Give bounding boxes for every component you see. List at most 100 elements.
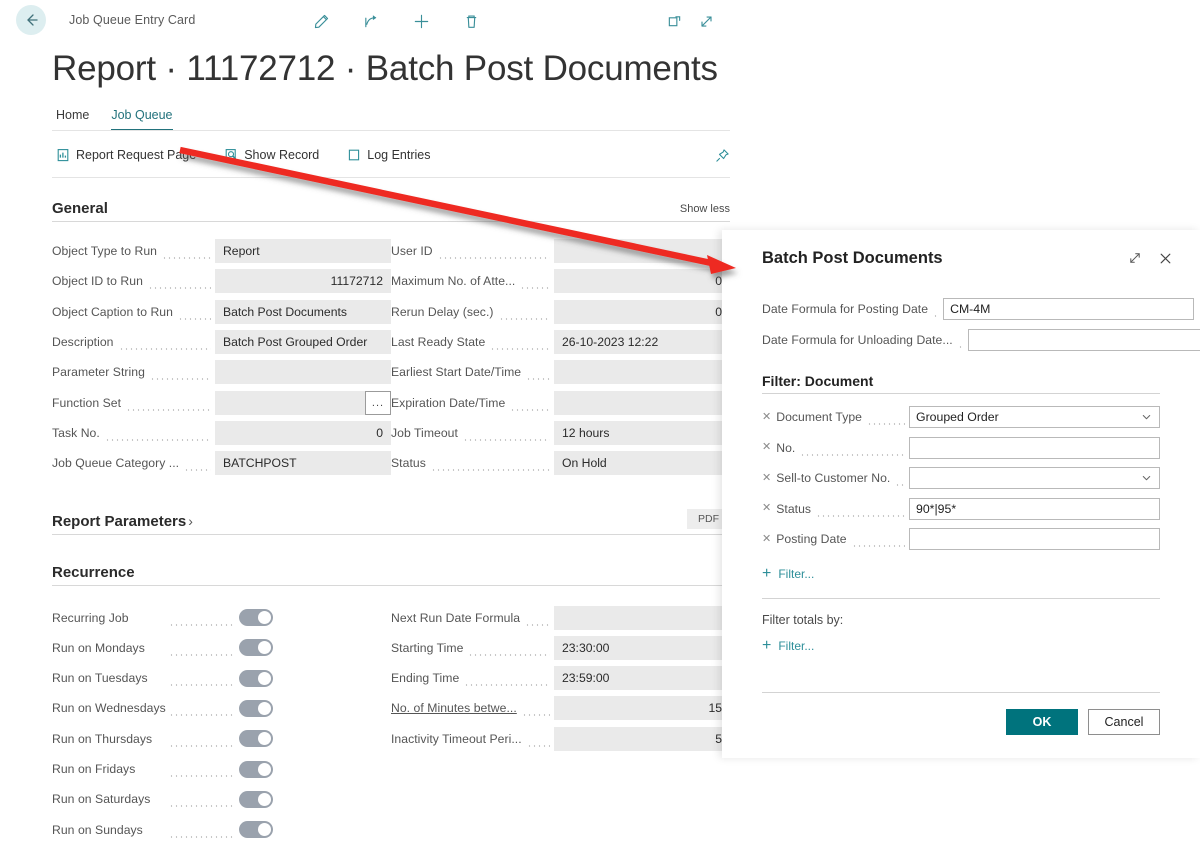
report-parameters-title[interactable]: Report Parameters › [52, 513, 193, 530]
field-value[interactable] [215, 360, 391, 385]
toggle-switch[interactable] [239, 730, 273, 748]
field-value[interactable] [554, 360, 730, 385]
field-value[interactable]: Batch Post Grouped Order [215, 330, 391, 355]
label-dots [867, 413, 905, 426]
field-value[interactable]: 5 [554, 726, 730, 751]
tab-bar: Home Job Queue [56, 108, 1200, 130]
show-less-link[interactable]: Show less [680, 203, 730, 217]
label-dots [104, 428, 211, 441]
field-last-ready-state: Last Ready State 26-10-2023 12:22 [391, 327, 730, 357]
label-dots [957, 335, 964, 348]
field-value[interactable]: Report [215, 239, 391, 264]
field-value[interactable]: BATCHPOST [215, 451, 391, 476]
field-value[interactable]: 26-10-2023 12:22 [554, 330, 730, 355]
top-bar: Job Queue Entry Card [0, 0, 1200, 40]
field-earliest-start-date-time: Earliest Start Date/Time [391, 357, 730, 387]
label-dots [490, 338, 550, 351]
toggle-run-on-thursdays: Run on Thursdays [52, 724, 391, 754]
field-value[interactable] [909, 436, 1160, 459]
field-task-no: Task No. 0 [52, 418, 391, 448]
remove-filter-icon[interactable]: ✕ [762, 411, 771, 423]
share-icon[interactable] [346, 8, 396, 34]
field-value[interactable] [909, 528, 1160, 551]
field-value[interactable]: 90*|95* [909, 497, 1160, 520]
edit-icon[interactable] [296, 8, 346, 34]
ribbon-divider [52, 177, 730, 178]
label-dots [895, 474, 905, 487]
field-value[interactable] [967, 328, 1200, 351]
field-value[interactable] [909, 467, 1160, 490]
field-label: Next Run Date Formula [391, 610, 521, 625]
label-dots [118, 338, 211, 351]
field-value[interactable]: 23:59:00 [554, 666, 730, 691]
tab-job-queue[interactable]: Job Queue [111, 108, 173, 130]
report-parameters-header[interactable]: Report Parameters › PDF [52, 509, 730, 534]
ribbon-label: Report Request Page [76, 148, 197, 162]
field-label: Sell-to Customer No. [776, 471, 891, 486]
field-value[interactable]: CM-4M [943, 298, 1195, 321]
expand-icon[interactable] [696, 10, 716, 32]
chevron-down-icon[interactable] [1141, 412, 1152, 423]
remove-filter-icon[interactable]: ✕ [762, 503, 771, 514]
label-dots [464, 674, 550, 687]
field-value[interactable] [554, 605, 730, 630]
field-value[interactable]: 23:30:00 [554, 635, 730, 660]
toggle-switch[interactable] [239, 821, 273, 839]
report-parameters-section: Report Parameters › PDF [52, 509, 730, 536]
toggle-switch[interactable] [239, 639, 273, 657]
toggle-switch[interactable] [239, 760, 273, 778]
expand-icon[interactable] [1120, 245, 1150, 271]
add-filter-totals-button[interactable]: + Filter... [762, 637, 1160, 654]
recurrence-fields: Recurring Job Run on Mondays Run on Tues… [52, 602, 730, 844]
ribbon-item-report-request-page[interactable]: Report Request Page [56, 148, 196, 162]
field-value[interactable]: Batch Post Documents [215, 299, 391, 324]
field-value[interactable]: 0 [215, 420, 391, 445]
field-value[interactable]: 0 [554, 269, 730, 294]
field-value[interactable] [554, 239, 730, 264]
cancel-button[interactable]: Cancel [1088, 708, 1160, 735]
close-icon[interactable] [1150, 245, 1180, 271]
ribbon-item-show-record[interactable]: Show Record [224, 148, 319, 162]
field-value[interactable]: 0 [554, 299, 730, 324]
report-parameters-label: Report Parameters [52, 513, 187, 531]
field-value[interactable]: 11172712 [215, 269, 391, 294]
add-filter-totals-label: Filter... [778, 638, 815, 653]
toggle-switch[interactable] [239, 699, 273, 717]
field-label: Inactivity Timeout Peri... [391, 731, 522, 746]
back-button[interactable] [16, 5, 46, 35]
breadcrumb[interactable]: Job Queue Entry Card [69, 13, 195, 27]
remove-filter-icon[interactable]: ✕ [762, 533, 771, 545]
trash-icon[interactable] [446, 8, 496, 34]
field-label: Run on Saturdays [52, 792, 151, 807]
field-value[interactable]: 12 hours [554, 420, 730, 445]
field-value[interactable]: Grouped Order [909, 406, 1160, 429]
ribbon-item-log-entries[interactable]: Log Entries [347, 148, 431, 162]
field-label: Object Caption to Run [52, 304, 173, 319]
open-in-new-window-icon[interactable] [664, 10, 684, 32]
ok-button[interactable]: OK [1006, 708, 1078, 735]
toggle-run-on-tuesdays: Run on Tuesdays [52, 663, 391, 693]
general-section-divider [52, 221, 730, 222]
label-dots [498, 307, 550, 320]
label-dots [462, 428, 550, 441]
field-label[interactable]: No. of Minutes betwe... [391, 701, 517, 715]
field-value[interactable] [215, 390, 365, 415]
field-value[interactable] [554, 390, 730, 415]
label-dots [169, 704, 235, 717]
ribbon-toolbar: Report Request Page Show Record Log Entr… [56, 139, 730, 171]
remove-filter-icon[interactable]: ✕ [762, 472, 771, 484]
label-dots [526, 368, 550, 381]
pin-icon[interactable] [715, 148, 730, 163]
remove-filter-icon[interactable]: ✕ [762, 442, 771, 453]
toggle-switch[interactable] [239, 669, 273, 687]
field-value[interactable]: On Hold [554, 451, 730, 476]
toggle-switch[interactable] [239, 609, 273, 627]
tab-home[interactable]: Home [56, 108, 89, 130]
field-value[interactable]: 15 [554, 696, 730, 721]
plus-icon[interactable] [396, 8, 446, 34]
chevron-down-icon[interactable] [1141, 473, 1152, 484]
add-filter-button[interactable]: + Filter... [762, 565, 1160, 582]
lookup-button[interactable]: ... [365, 390, 391, 415]
general-section-header: General Show less [52, 200, 730, 221]
toggle-switch[interactable] [239, 790, 273, 808]
